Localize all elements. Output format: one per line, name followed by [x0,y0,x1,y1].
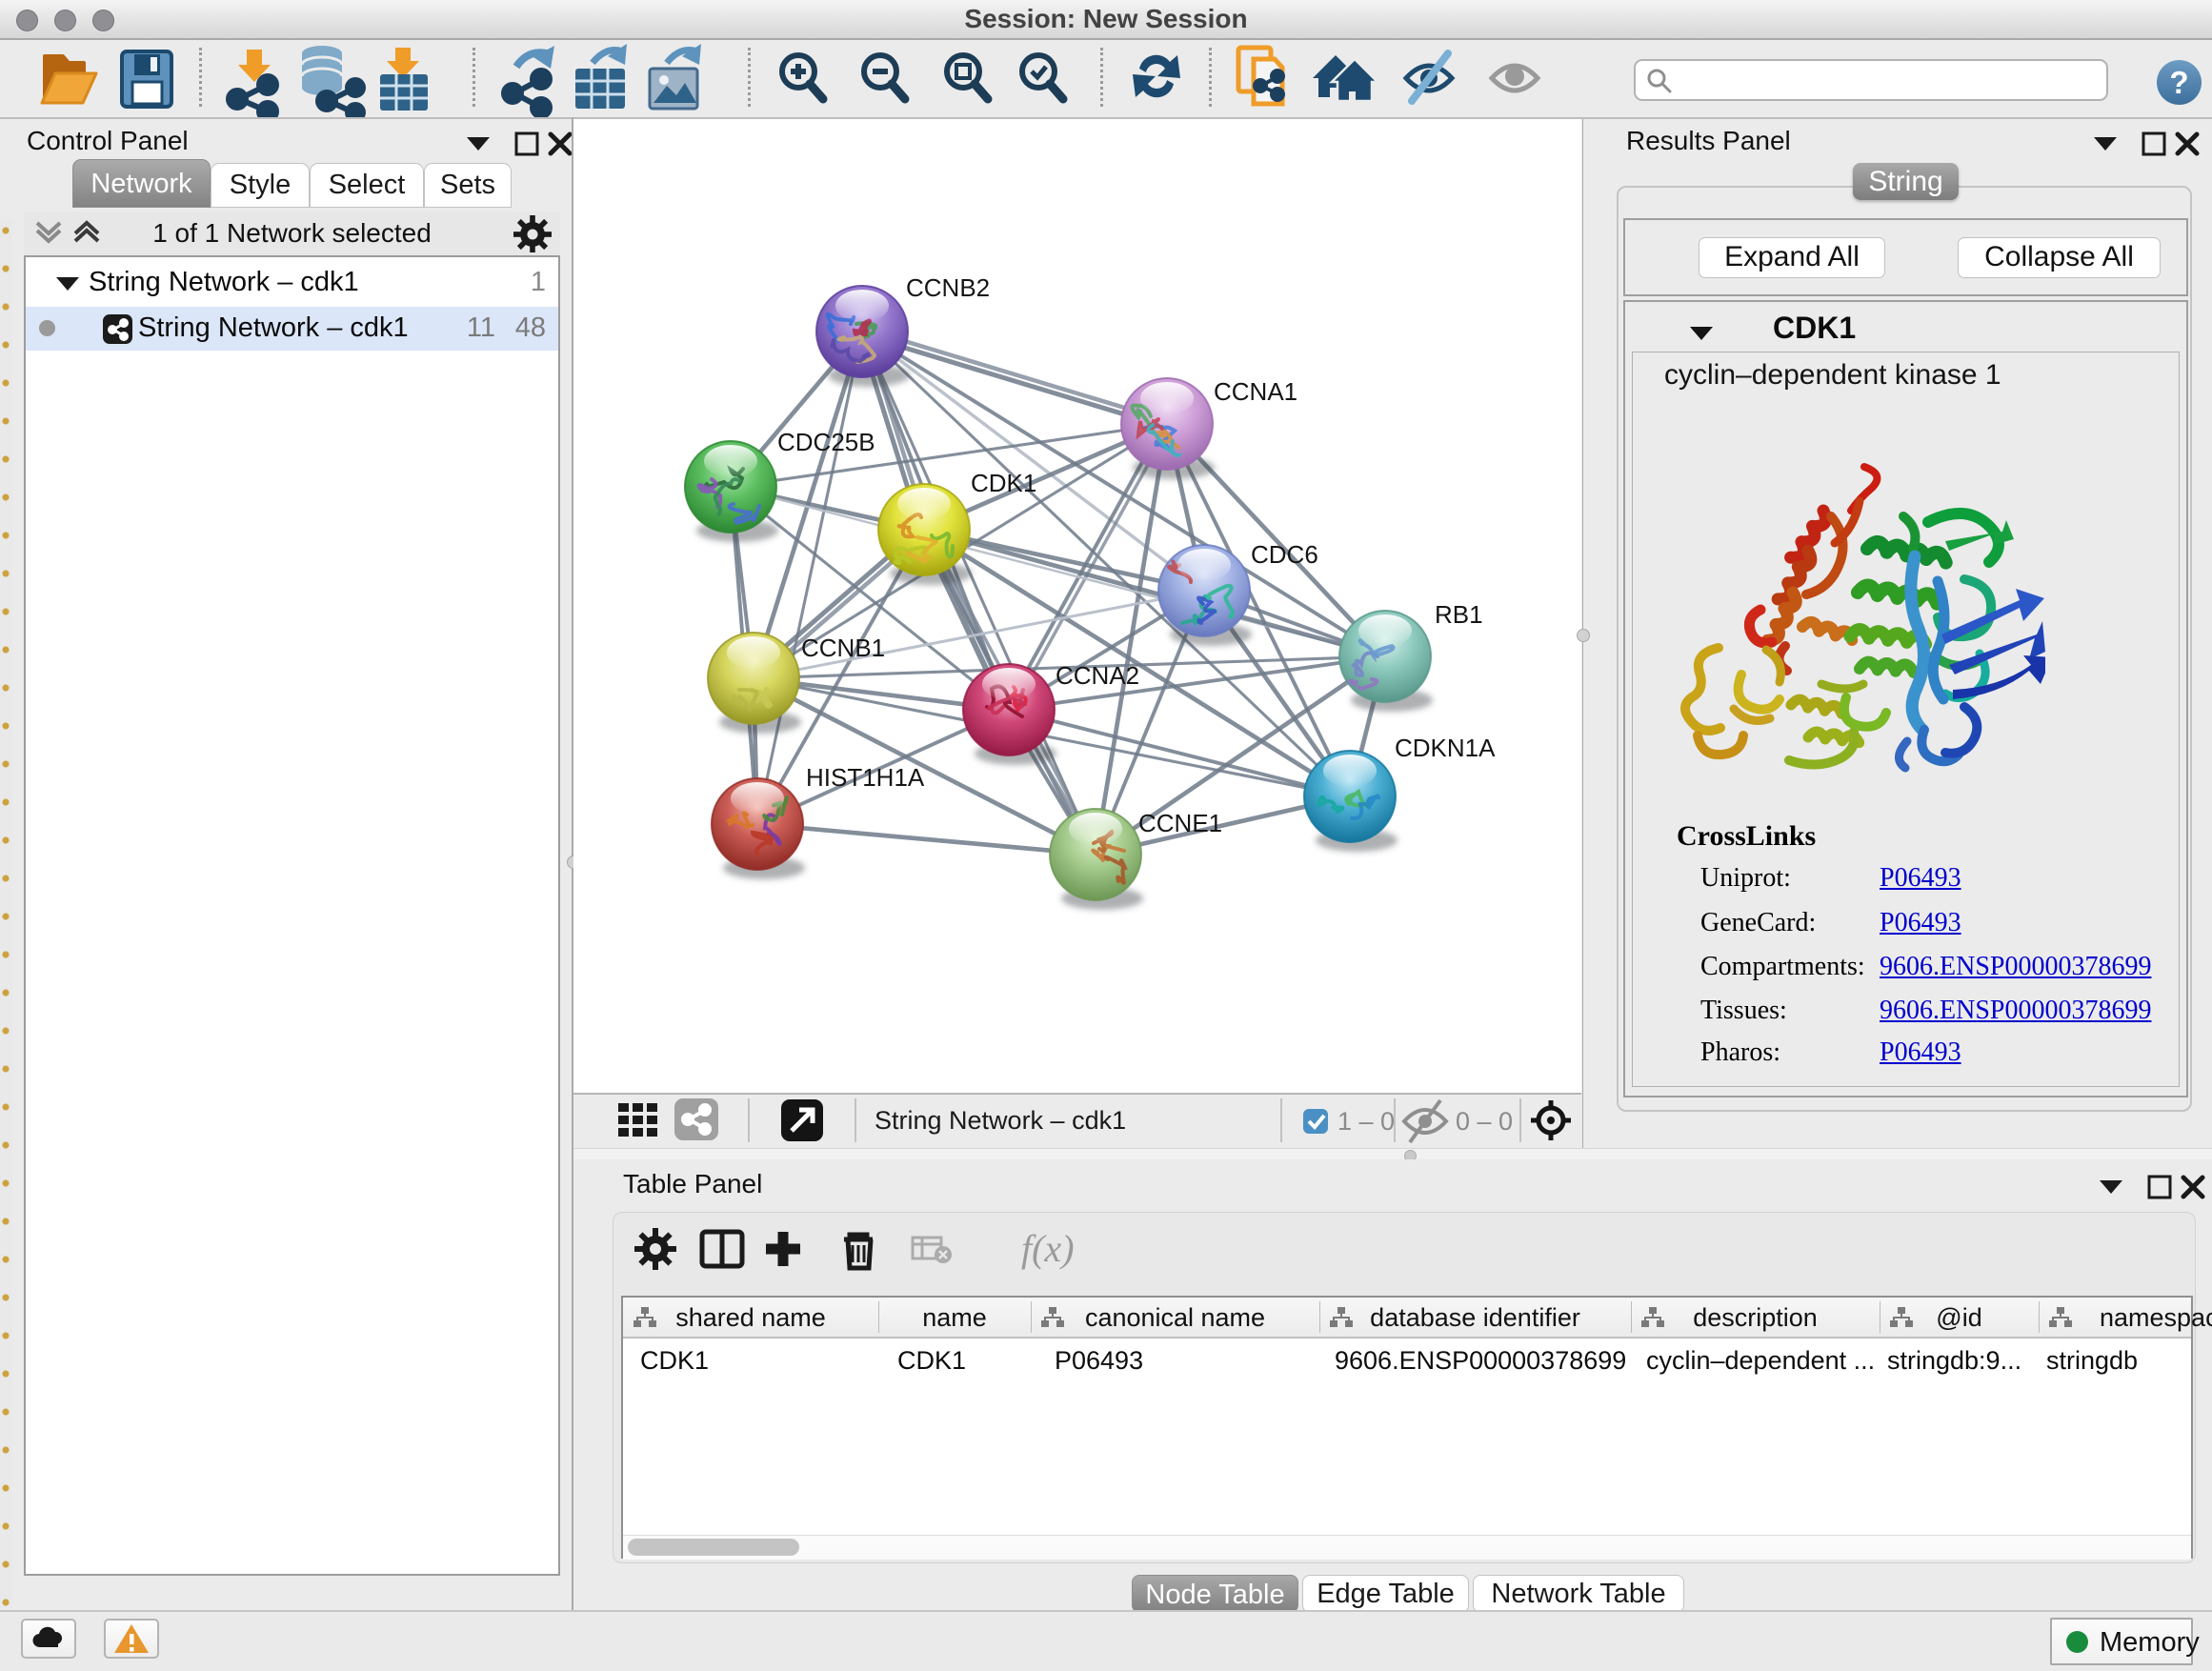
svg-text:CDC25B: CDC25B [777,428,875,456]
svg-text:CCNA1: CCNA1 [1214,377,1297,406]
svg-text:CCNE1: CCNE1 [1138,809,1222,837]
svg-text:CDC6: CDC6 [1251,540,1318,569]
svg-text:CDK1: CDK1 [971,469,1036,497]
svg-text:CDKN1A: CDKN1A [1395,734,1496,762]
svg-text:CCNB2: CCNB2 [906,273,990,302]
svg-text:CCNA2: CCNA2 [1056,661,1139,690]
svg-text:CCNB1: CCNB1 [801,634,885,662]
svg-text:HIST1H1A: HIST1H1A [806,763,925,792]
svg-text:RB1: RB1 [1435,600,1483,629]
